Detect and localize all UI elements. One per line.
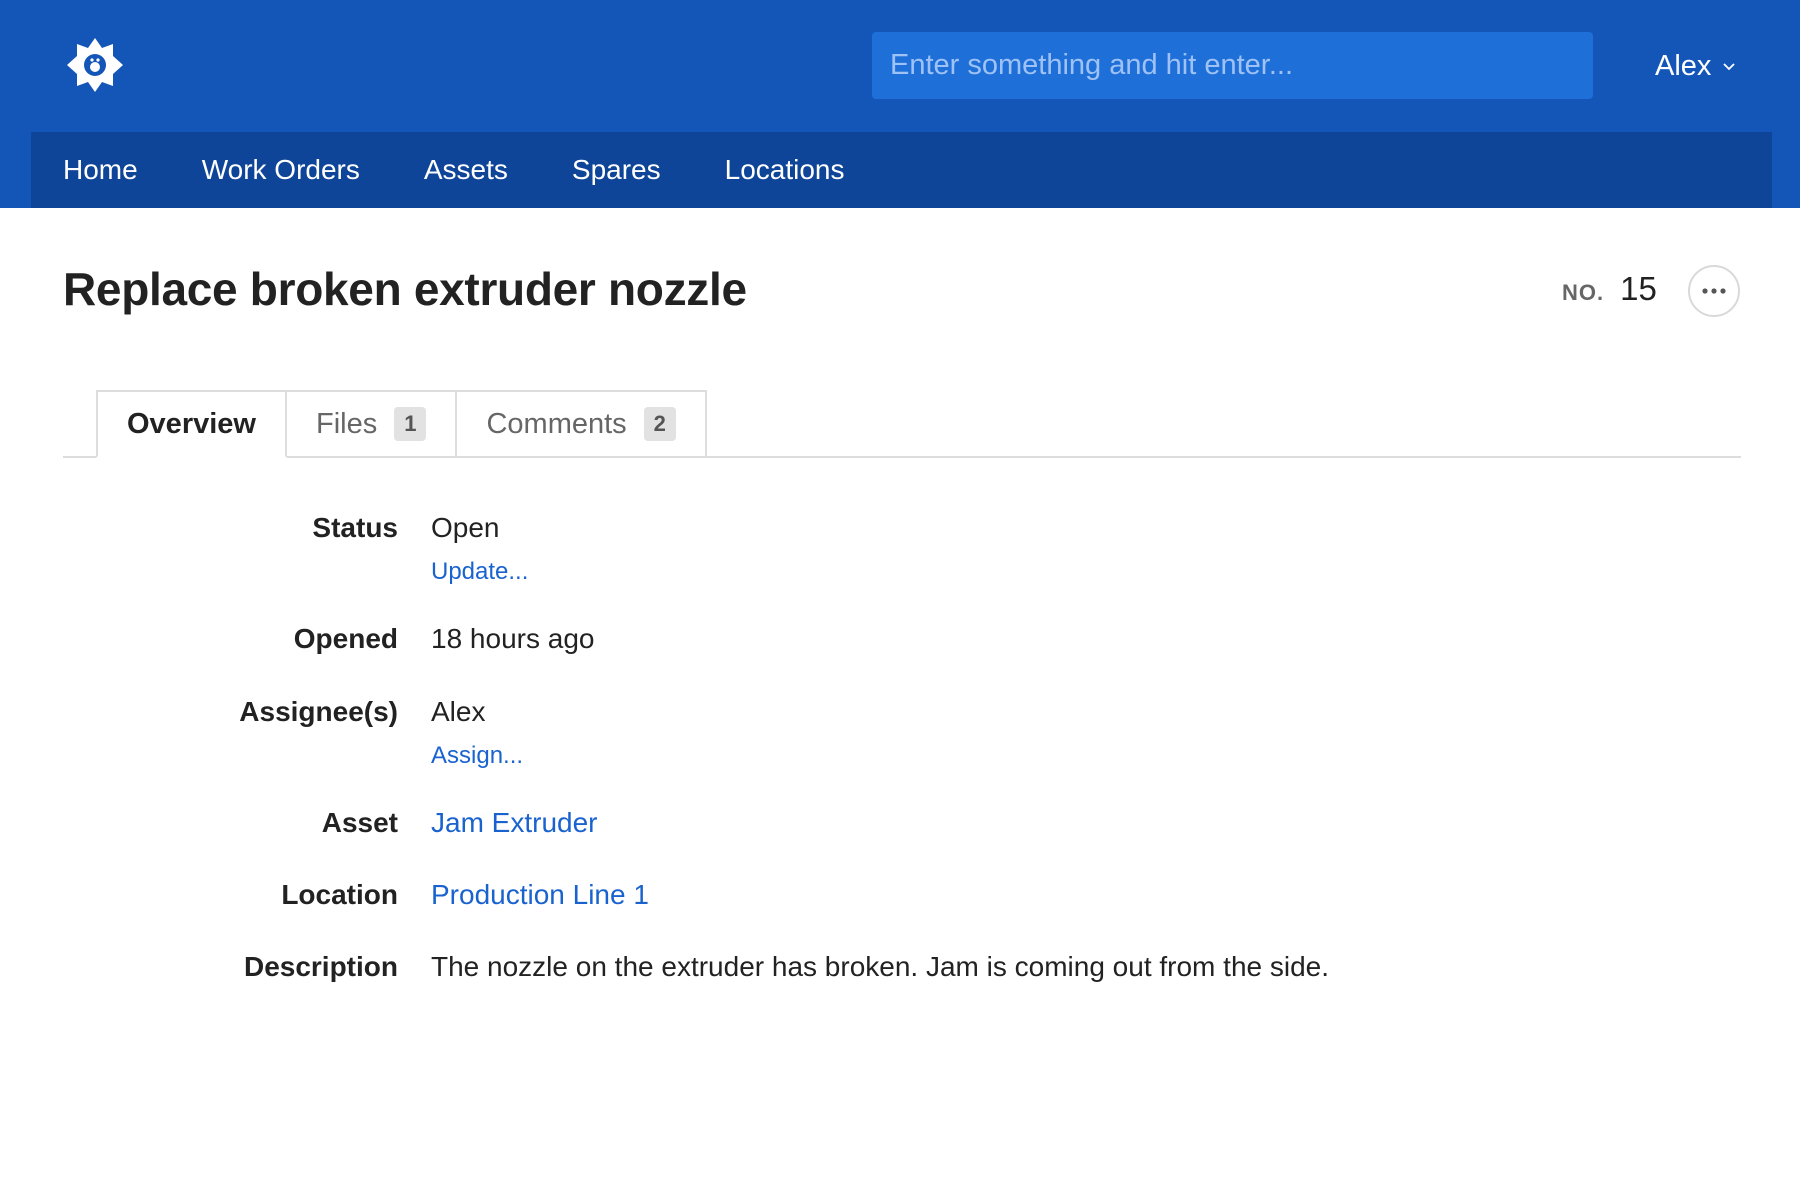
gear-logo-icon[interactable] — [66, 36, 124, 94]
user-name: Alex — [1655, 49, 1712, 82]
tab-label: Files — [315, 407, 378, 440]
chevron-down-icon — [1723, 63, 1736, 71]
opened-value: 18 hours ago — [431, 623, 595, 654]
update-status-link[interactable]: Update... — [431, 558, 528, 586]
detail-label: Description — [243, 951, 398, 982]
tab-comments[interactable]: Comments 2 — [457, 390, 707, 458]
more-options-button[interactable] — [1688, 265, 1740, 317]
tab-count-badge: 2 — [643, 407, 676, 441]
nav-item-locations[interactable]: Locations — [725, 154, 845, 186]
number-value: 15 — [1620, 270, 1657, 307]
nav-item-home[interactable]: Home — [63, 154, 138, 186]
status-value: Open — [431, 512, 500, 543]
more-horizontal-icon — [1702, 288, 1726, 294]
search-input[interactable] — [872, 32, 1593, 99]
page-title: Replace broken extruder nozzle — [63, 263, 747, 315]
nav-item-work-orders[interactable]: Work Orders — [202, 154, 360, 186]
top-header: Alex — [0, 0, 1800, 132]
asset-link[interactable]: Jam Extruder — [431, 807, 598, 838]
number-prefix: NO. — [1562, 280, 1605, 305]
tab-label: Comments — [486, 407, 627, 440]
nav-item-assets[interactable]: Assets — [424, 154, 508, 186]
tab-label: Overview — [127, 407, 256, 440]
location-link[interactable]: Production Line 1 — [431, 879, 649, 910]
assign-link[interactable]: Assign... — [431, 742, 523, 770]
main-nav: Home Work Orders Assets Spares Locations — [0, 132, 1800, 208]
tab-overview[interactable]: Overview — [96, 390, 287, 458]
detail-value-wrap: Production Line 1 — [431, 879, 649, 911]
tabs: Overview Files 1 Comments 2 — [96, 390, 707, 458]
detail-value-wrap: Open Update... — [431, 512, 528, 586]
detail-label: Opened — [293, 623, 398, 654]
tab-count-badge: 1 — [394, 407, 427, 441]
detail-label: Status — [312, 512, 398, 543]
work-order-number: NO. 15 — [1562, 270, 1657, 308]
detail-label: Location — [281, 879, 398, 910]
detail-value-wrap: Jam Extruder — [431, 807, 598, 839]
detail-label: Asset — [321, 807, 398, 838]
tab-files[interactable]: Files 1 — [286, 390, 458, 458]
detail-label: Assignee(s) — [239, 696, 398, 727]
assignee-value: Alex — [431, 696, 486, 727]
detail-value-wrap: Alex Assign... — [431, 696, 523, 770]
user-menu[interactable]: Alex — [1655, 48, 1737, 84]
description-value: The nozzle on the extruder has broken. J… — [431, 951, 1330, 982]
nav-item-spares[interactable]: Spares — [572, 154, 661, 186]
